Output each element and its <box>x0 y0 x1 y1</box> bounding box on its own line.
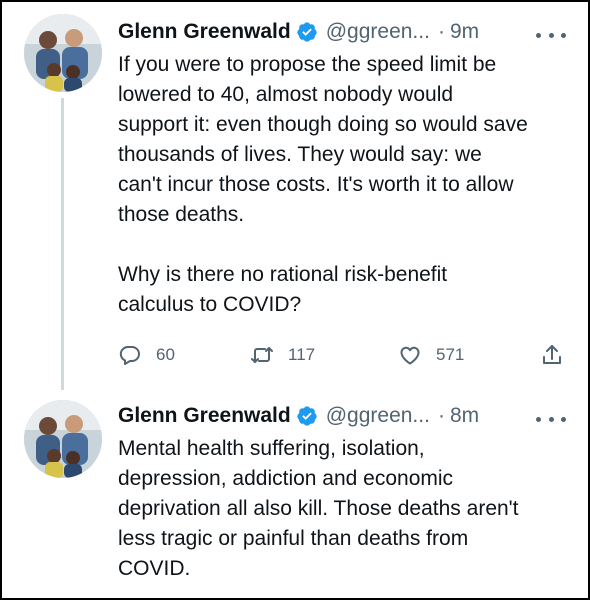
more-dots-icon[interactable] <box>536 25 566 45</box>
heart-icon <box>398 343 422 367</box>
share-button[interactable] <box>540 339 564 371</box>
timestamp[interactable]: 9m <box>450 20 479 44</box>
verified-badge-icon <box>296 405 318 427</box>
retweet-arrows-icon <box>250 343 274 367</box>
tweet[interactable]: Glenn Greenwald @ggreen... · 9m If you w… <box>2 2 588 390</box>
tweet-header: Glenn Greenwald @ggreen... · 9m <box>118 15 479 49</box>
more-dots-icon[interactable] <box>536 409 566 429</box>
retweet-count: 117 <box>288 345 316 364</box>
author-name[interactable]: Glenn Greenwald <box>118 404 291 428</box>
avatar-photo <box>24 14 102 92</box>
tweet-header: Glenn Greenwald @ggreen... · 8m <box>118 399 479 433</box>
verified-badge-icon <box>296 21 318 43</box>
reply-button[interactable]: 60 <box>118 339 175 371</box>
separator-dot: · <box>437 404 445 427</box>
tweet-text: If you were to propose the speed limit b… <box>118 53 528 316</box>
thread-connector-line <box>61 98 64 390</box>
avatar[interactable] <box>24 400 102 478</box>
tweet-actions: 60 117 571 <box>118 339 578 371</box>
author-name[interactable]: Glenn Greenwald <box>118 20 291 44</box>
author-handle[interactable]: @ggreen... <box>326 20 430 44</box>
like-count: 571 <box>436 345 465 364</box>
tweet[interactable]: Glenn Greenwald @ggreen... · 8m Mental h… <box>2 390 588 598</box>
tweet-text: Mental health suffering, isolation, depr… <box>118 437 519 580</box>
timestamp[interactable]: 8m <box>450 404 479 428</box>
share-upload-icon <box>540 343 564 367</box>
avatar[interactable] <box>24 14 102 92</box>
like-button[interactable]: 571 <box>398 339 464 371</box>
avatar-photo <box>24 400 102 478</box>
author-handle[interactable]: @ggreen... <box>326 404 430 428</box>
speech-bubble-icon <box>118 343 142 367</box>
screenshot-frame: Glenn Greenwald @ggreen... · 9m If you w… <box>0 0 590 600</box>
reply-count: 60 <box>156 345 175 364</box>
retweet-button[interactable]: 117 <box>250 339 315 371</box>
separator-dot: · <box>437 20 445 43</box>
